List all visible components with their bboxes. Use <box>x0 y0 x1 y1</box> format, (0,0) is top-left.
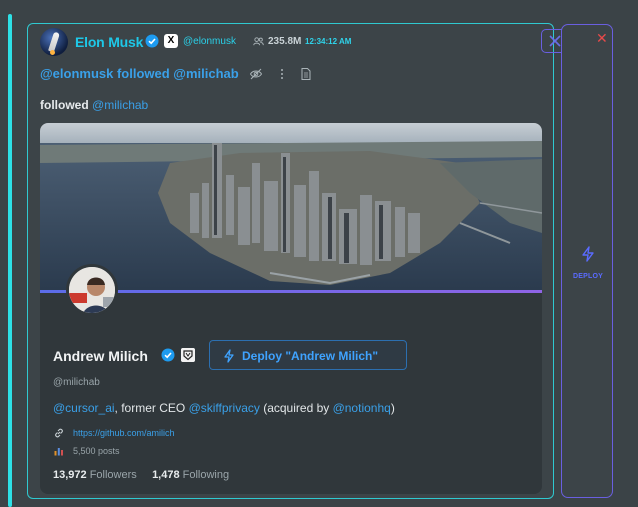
bio-text: , former CEO <box>114 401 189 415</box>
followers-icon <box>253 37 264 46</box>
verified-badge-icon <box>161 348 175 362</box>
deploy-profile-label: Deploy "Andrew Milich" <box>242 349 379 363</box>
link-icon <box>55 428 63 438</box>
bio-mention-skiff[interactable]: @skiffprivacy <box>189 401 260 415</box>
followers-label[interactable]: Followers <box>87 469 137 481</box>
affiliate-badge-icon <box>181 348 195 362</box>
profile-avatar[interactable] <box>66 264 118 316</box>
profile-banner <box>40 123 542 293</box>
followed-text: followed @milichab <box>40 98 148 112</box>
close-icon <box>549 35 561 47</box>
post-header: Elon Musk X @elonmusk 235.8M 12:34:12 AM <box>40 28 568 56</box>
verified-badge-icon <box>145 34 159 48</box>
profile-stats: 13,972 Followers 1,478 Following <box>53 469 229 481</box>
profile-website-link[interactable]: https://github.com/amilich <box>73 428 175 438</box>
profile-handle[interactable]: @milichab <box>53 377 100 388</box>
author-follower-count: 235.8M <box>268 36 302 47</box>
followed-mention-link[interactable]: @milichab <box>92 98 148 112</box>
post-timestamp: 12:34:12 AM <box>305 37 352 46</box>
following-label[interactable]: Following <box>180 469 229 481</box>
bio-mention-notion[interactable]: @notionhq <box>333 401 391 415</box>
side-deploy-label: DEPLOY <box>573 273 603 280</box>
action-description[interactable]: @elonmusk followed @milichab <box>40 66 239 81</box>
lightning-icon <box>582 246 594 262</box>
more-options-icon[interactable] <box>275 67 289 81</box>
author-name[interactable]: Elon Musk <box>75 34 143 50</box>
deploy-profile-button[interactable]: Deploy "Andrew Milich" <box>209 340 407 370</box>
post-card: Elon Musk X @elonmusk 235.8M 12:34:12 AM <box>27 23 568 499</box>
followed-prefix: followed <box>40 98 89 112</box>
document-icon[interactable] <box>299 67 313 81</box>
rocket-icon <box>48 31 60 53</box>
author-avatar[interactable] <box>40 28 68 56</box>
bio-text: ) <box>390 401 395 415</box>
side-deploy-button[interactable]: DEPLOY <box>562 246 614 283</box>
profile-bio: @cursor_ai, former CEO @skiffprivacy (ac… <box>53 401 395 415</box>
selection-rail <box>8 14 12 507</box>
profile-card: Andrew Milich Deploy "Andrew Milich" @mi… <box>40 123 542 494</box>
deploy-side-panel: ✕ DEPLOY <box>561 24 613 498</box>
following-count[interactable]: 1,478 <box>152 469 180 481</box>
bio-mention-cursor[interactable]: @cursor_ai <box>53 401 115 415</box>
hide-icon[interactable] <box>249 67 263 81</box>
lightning-icon <box>224 349 234 363</box>
followers-count[interactable]: 13,972 <box>53 469 87 481</box>
profile-post-count: 5,500 posts <box>73 446 120 456</box>
bar-chart-icon <box>54 448 63 456</box>
page: Elon Musk X @elonmusk 235.8M 12:34:12 AM <box>0 0 638 507</box>
side-close-icon[interactable]: ✕ <box>596 31 608 45</box>
x-logo-icon[interactable]: X <box>164 34 178 48</box>
city-skyline-image <box>40 123 542 293</box>
flame-icon <box>50 50 55 55</box>
profile-name[interactable]: Andrew Milich <box>53 348 148 364</box>
bio-text: (acquired by <box>259 401 333 415</box>
author-handle[interactable]: @elonmusk <box>183 36 236 47</box>
